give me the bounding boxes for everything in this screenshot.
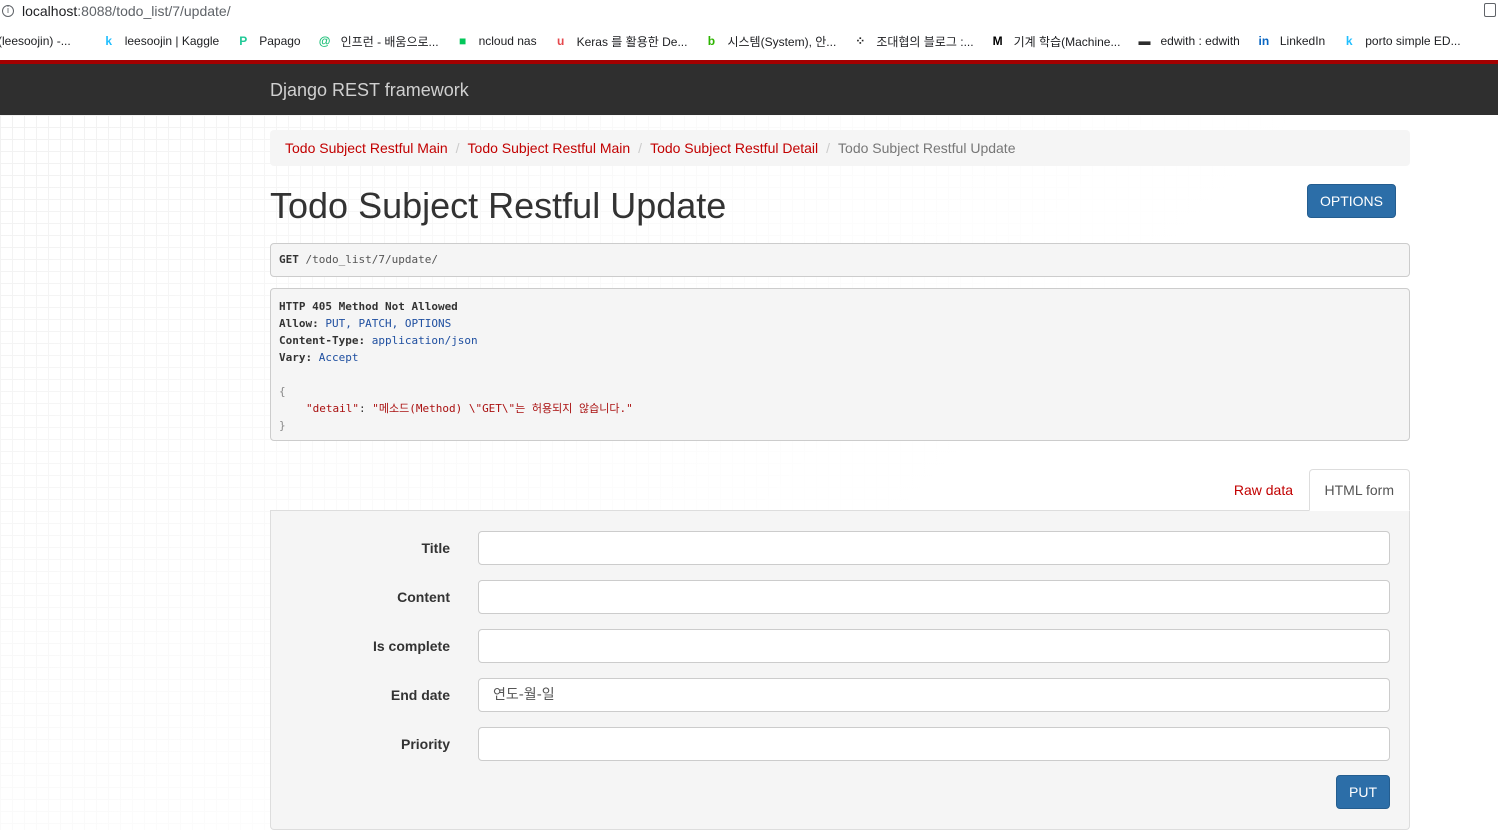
browser-address-bar[interactable]: i localhost:8088/todo_list/7/update/ [0,0,1498,22]
bookmark-item[interactable]: (leesoojin) -... [0,34,71,48]
bookmark-item[interactable]: M 기계 학습(Machine... [990,33,1121,50]
bookmark-label: ncloud nas [478,34,537,48]
url-path: :8088/todo_list/7/update/ [77,3,231,19]
kaggle-icon: k [1345,34,1353,48]
response-body-open: { [279,385,286,398]
form-row-content: Content [271,580,1411,614]
response-header: Allow: PUT, PATCH, OPTIONS [279,317,452,330]
bookmark-item[interactable]: u Keras 를 활용한 De... [553,33,688,50]
tab-raw-data[interactable]: Raw data [1219,469,1308,511]
bookmark-item[interactable]: ⁘ 조대협의 블로그 :... [852,33,973,50]
bookmark-item[interactable]: ■ ncloud nas [455,33,537,49]
request-info: GET /todo_list/7/update/ [270,243,1410,277]
bookmark-label: LinkedIn [1279,34,1326,48]
bookmark-label: edwith : edwith [1160,34,1240,48]
response-info: HTTP 405 Method Not Allowed Allow: PUT, … [270,288,1410,441]
end-date-label: End date [390,687,450,703]
url-host: localhost [22,3,78,19]
form-tabs: Raw data HTML form [270,469,1410,511]
priority-input[interactable] [478,727,1390,761]
update-form: Title Content Is complete End date Prior… [270,511,1410,830]
blog-icon: b [707,34,716,48]
bookmarks-bar: (leesoojin) -... k leesoojin | Kaggle P Papa… [0,22,1498,60]
response-header: Content-Type: application/json [279,334,478,347]
bookmark-item[interactable]: ▬ edwith : edwith [1136,33,1239,49]
bookmark-label: (leesoojin) -... [0,34,71,48]
bookmark-item[interactable]: b 시스템(System), 안... [703,33,837,50]
ncloud-icon: ■ [458,34,467,48]
breadcrumb-item-detail[interactable]: Todo Subject Restful Detail [650,140,818,156]
bookmark-label: Keras 를 활용한 De... [576,34,688,49]
is-complete-label: Is complete [372,638,450,654]
form-row-end-date: End date [271,678,1411,712]
breadcrumb-separator: / [455,140,460,156]
end-date-input[interactable] [478,678,1390,712]
keras-icon: u [556,34,565,48]
main-content: Todo Subject Restful Main / Todo Subject… [270,130,1410,830]
bookmark-label: leesoojin | Kaggle [124,34,220,48]
breadcrumb-item-main[interactable]: Todo Subject Restful Main [285,140,448,156]
bookmark-label: 인프런 - 배움으로... [340,34,439,49]
bookmark-item[interactable]: @ 인프런 - 배움으로... [317,33,439,50]
info-icon[interactable]: i [2,5,14,17]
request-method: GET [279,253,299,266]
put-button[interactable]: PUT [1336,775,1390,809]
request-path: /todo_list/7/update/ [305,253,438,266]
bookmark-item[interactable]: in LinkedIn [1256,33,1326,49]
breadcrumb-item-main-2[interactable]: Todo Subject Restful Main [468,140,631,156]
content-input[interactable] [478,580,1390,614]
navbar: Django REST framework [0,60,1498,115]
bookmark-label: 기계 학습(Machine... [1013,34,1121,49]
papago-icon: P [239,34,248,48]
tistory-icon: ⁘ [855,34,866,48]
form-row-title: Title [271,531,1411,565]
response-body-line: "detail": "메소드(Method) \"GET\"는 허용되지 않습니… [306,402,633,415]
breadcrumb-separator: / [638,140,643,156]
bookmark-label: 시스템(System), 안... [727,34,837,49]
page-title: Todo Subject Restful Update [270,185,727,226]
bookmark-label: 조대협의 블로그 :... [876,34,974,49]
bookmark-item[interactable]: P Papago [235,33,300,49]
form-row-priority: Priority [271,727,1411,761]
medium-icon: M [992,34,1003,48]
extension-icon[interactable] [1484,3,1496,17]
options-button[interactable]: OPTIONS [1307,184,1396,218]
edwith-icon: ▬ [1138,34,1151,48]
response-status: HTTP 405 Method Not Allowed [279,300,458,313]
breadcrumb: Todo Subject Restful Main / Todo Subject… [270,130,1410,166]
bookmark-label: porto simple ED... [1365,34,1461,48]
linkedin-icon: in [1258,34,1270,48]
title-label: Title [421,540,450,556]
breadcrumb-separator: / [826,140,831,156]
bookmark-item[interactable]: k porto simple ED... [1341,33,1461,49]
bookmark-item[interactable]: k leesoojin | Kaggle [101,33,220,49]
priority-label: Priority [400,736,450,752]
is-complete-input[interactable] [478,629,1390,663]
content-label: Content [397,589,450,605]
tab-html-form[interactable]: HTML form [1308,469,1410,511]
inflearn-icon: @ [318,34,331,48]
response-body-close: } [279,419,286,432]
breadcrumb-item-update: Todo Subject Restful Update [838,140,1016,156]
title-row: Todo Subject Restful Update OPTIONS [270,184,1410,244]
title-input[interactable] [478,531,1390,565]
form-row-is-complete: Is complete [271,629,1411,663]
kaggle-icon: k [105,34,113,48]
response-header: Vary: Accept [279,351,359,364]
bookmark-label: Papago [259,34,301,48]
navbar-brand[interactable]: Django REST framework [270,80,469,101]
